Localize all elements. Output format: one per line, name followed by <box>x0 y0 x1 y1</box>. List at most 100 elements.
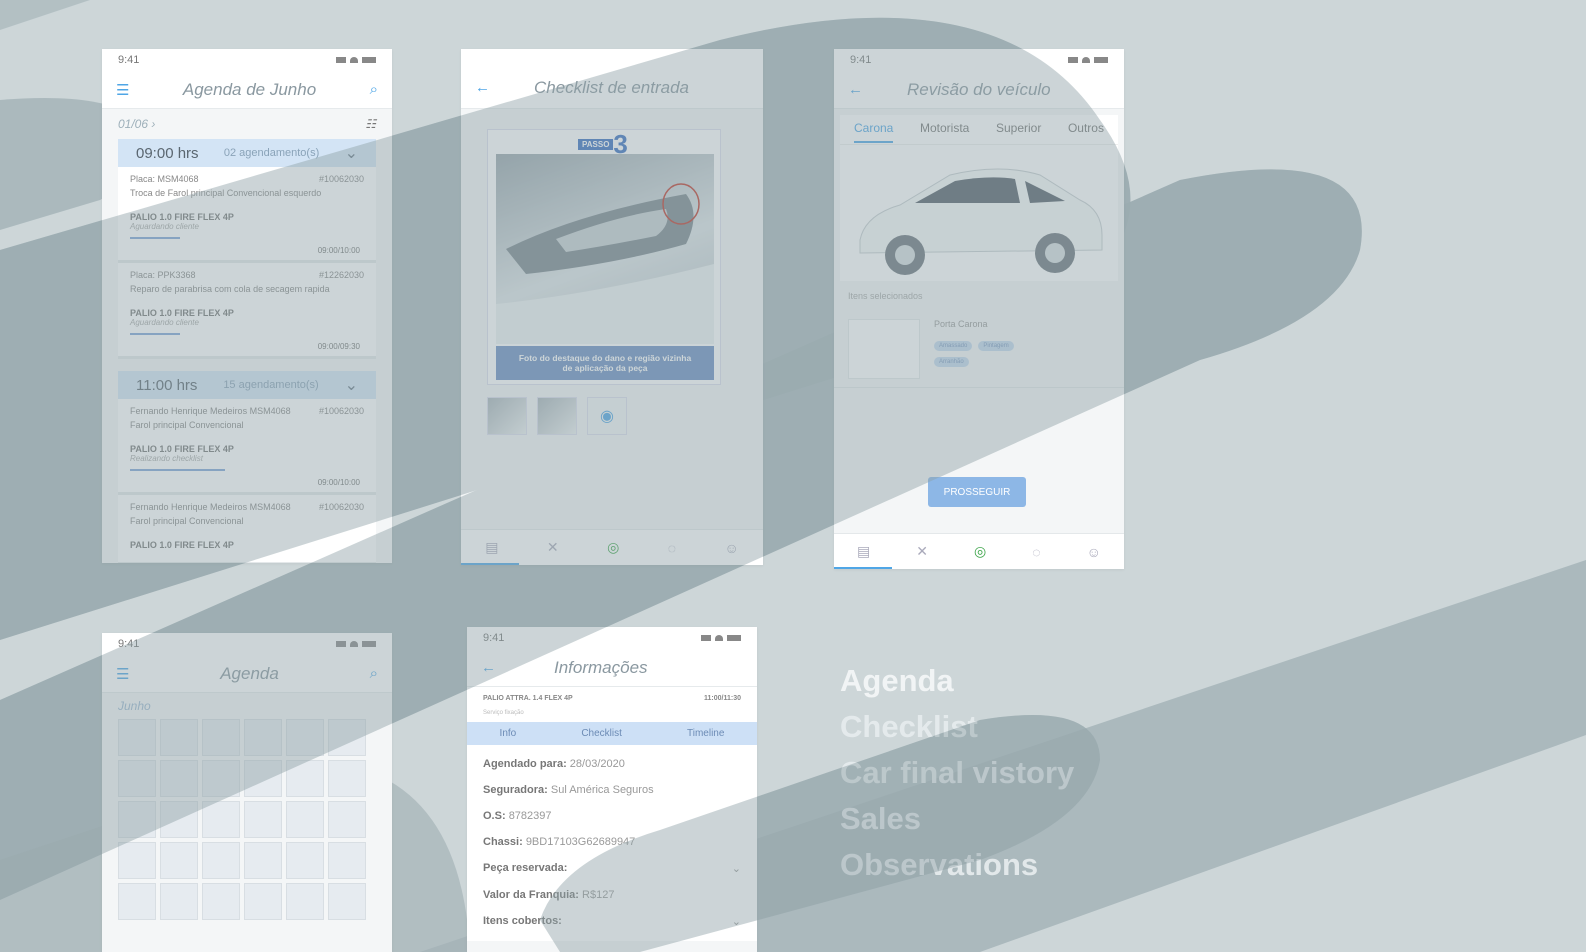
tools-icon[interactable]: ✕ <box>916 543 928 560</box>
calendar-day[interactable] <box>160 842 198 879</box>
time-slot-header[interactable]: 09:00 hrs 02 agendamento(s) ⌄ <box>118 139 376 167</box>
card-id: #12262030 <box>318 270 364 280</box>
calendar-day[interactable] <box>202 883 240 920</box>
tools-icon[interactable]: ✕ <box>547 539 559 556</box>
calendar-day[interactable] <box>118 883 156 920</box>
tab-timeline[interactable]: Timeline <box>687 728 724 739</box>
bottom-tab-bar: ▤ ✕ ◎ ◌ ☺ <box>461 529 763 565</box>
calendar-day[interactable] <box>328 842 366 879</box>
tab-superior[interactable]: Superior <box>996 121 1041 144</box>
month-label: Junho <box>118 699 151 713</box>
calendar-day[interactable] <box>328 801 366 838</box>
calendar-day[interactable] <box>286 719 324 756</box>
proceed-button[interactable]: PROSSEGUIR <box>928 477 1026 507</box>
feature-sales[interactable]: Sales <box>840 796 1074 842</box>
user-icon[interactable]: ☺ <box>1087 544 1101 560</box>
calendar-day[interactable] <box>160 719 198 756</box>
calendar-day[interactable] <box>202 842 240 879</box>
card-description: Farol principal Convencional <box>130 420 244 430</box>
step-indicator: PASSO 3 <box>578 131 628 157</box>
calendar-icon[interactable]: ▤ <box>857 543 870 560</box>
damage-chip[interactable]: Arranhão <box>934 357 969 367</box>
info-value: 8782397 <box>508 810 552 822</box>
date-label: 01/06 › <box>118 117 156 131</box>
calendar-day[interactable] <box>160 883 198 920</box>
camera-icon[interactable]: ◉ <box>587 397 627 435</box>
chevron-down-icon[interactable]: ⌄ <box>732 862 741 875</box>
status-time: 9:41 <box>118 638 140 650</box>
calendar-day[interactable] <box>202 719 240 756</box>
damage-chip[interactable]: Amassado <box>934 341 973 351</box>
calendar-day[interactable] <box>160 760 198 797</box>
search-icon[interactable]: ⌕ <box>370 81 378 98</box>
info-label: Agendado para: <box>483 758 567 770</box>
calendar-day[interactable] <box>244 883 282 920</box>
page-title: Informações <box>554 657 648 677</box>
calendar-day[interactable] <box>202 760 240 797</box>
info-row-expandable[interactable]: Peça reservada: ⌄ <box>483 855 741 882</box>
tab-outros[interactable]: Outros <box>1068 121 1104 144</box>
info-row-expandable[interactable]: Itens cobertos: ⌄ <box>483 908 741 935</box>
tab-carona[interactable]: Carona <box>854 121 894 143</box>
info-label: Chassi: <box>483 836 523 848</box>
calendar-grid <box>118 719 376 920</box>
calendar-day[interactable] <box>328 883 366 920</box>
date-selector[interactable]: 01/06 › ☷ <box>102 109 392 139</box>
card-status: Aguardando cliente <box>130 318 199 327</box>
calendar-icon[interactable]: ▤ <box>485 539 498 556</box>
calendar-day[interactable] <box>244 760 282 797</box>
feature-observations[interactable]: Observations <box>840 842 1074 888</box>
back-arrow-icon[interactable]: ← <box>475 79 490 96</box>
calendar-day[interactable] <box>118 842 156 879</box>
appointment-card[interactable]: Placa: MSM4068 #10062030 Troca de Farol p… <box>118 167 376 263</box>
target-icon[interactable]: ◌ <box>1032 544 1040 560</box>
calendar-day[interactable] <box>202 801 240 838</box>
car-diagram[interactable] <box>840 145 1118 281</box>
appointment-card[interactable]: Fernando Henrique Medeiros MSM4068 #10062… <box>118 399 376 495</box>
photo-thumbnail[interactable] <box>537 397 577 435</box>
feature-agenda[interactable]: Agenda <box>840 658 1074 704</box>
status-time: 9:41 <box>850 54 872 66</box>
back-arrow-icon[interactable]: ← <box>848 81 863 98</box>
time-slot-header[interactable]: 11:00 hrs 15 agendamento(s) ⌄ <box>118 371 376 399</box>
feature-checklist[interactable]: Checklist <box>840 704 1074 750</box>
calendar-day[interactable] <box>286 801 324 838</box>
calendar-day[interactable] <box>118 760 156 797</box>
damage-chip[interactable]: Pintagem <box>978 341 1014 351</box>
chevron-down-icon[interactable]: ⌄ <box>345 375 358 395</box>
search-icon[interactable]: ⌕ <box>370 665 378 682</box>
menu-icon[interactable]: ☰ <box>116 81 129 99</box>
signal-icons <box>336 641 376 647</box>
step-label: PASSO <box>578 138 614 150</box>
target-icon[interactable]: ◌ <box>668 540 676 556</box>
user-icon[interactable]: ☺ <box>724 540 738 556</box>
menu-icon[interactable]: ☰ <box>116 665 129 683</box>
calendar-day[interactable] <box>328 719 366 756</box>
back-arrow-icon[interactable]: ← <box>481 659 496 676</box>
photo-thumbnail[interactable] <box>487 397 527 435</box>
filter-icon[interactable]: ☷ <box>365 117 376 131</box>
tab-checklist[interactable]: Checklist <box>581 728 622 739</box>
appointment-card[interactable]: Placa: PPK3368 #12262030 Reparo de parabr… <box>118 263 376 359</box>
tab-motorista[interactable]: Motorista <box>920 121 969 144</box>
calendar-day[interactable] <box>118 719 156 756</box>
appointment-card[interactable]: Fernando Henrique Medeiros MSM4068 #10062… <box>118 495 376 563</box>
checklist-icon[interactable]: ◎ <box>974 543 986 560</box>
calendar-day[interactable] <box>244 801 282 838</box>
calendar-day[interactable] <box>286 760 324 797</box>
chevron-down-icon[interactable]: ⌄ <box>345 143 358 163</box>
feature-car-final-vistory[interactable]: Car final vistory <box>840 750 1074 796</box>
chevron-down-icon[interactable]: ⌄ <box>732 915 741 928</box>
calendar-day[interactable] <box>328 760 366 797</box>
calendar-day[interactable] <box>160 801 198 838</box>
selected-part[interactable]: Porta Carona Amassado Pintagem Arranhão <box>834 311 1124 388</box>
info-label: Peça reservada: <box>483 862 568 874</box>
calendar-day[interactable] <box>286 842 324 879</box>
calendar-day[interactable] <box>244 842 282 879</box>
calendar-day[interactable] <box>244 719 282 756</box>
checklist-icon[interactable]: ◎ <box>607 539 619 556</box>
calendar-day[interactable] <box>286 883 324 920</box>
info-label: Valor da Franquia: <box>483 889 579 901</box>
calendar-day[interactable] <box>118 801 156 838</box>
tab-info[interactable]: Info <box>500 728 517 739</box>
